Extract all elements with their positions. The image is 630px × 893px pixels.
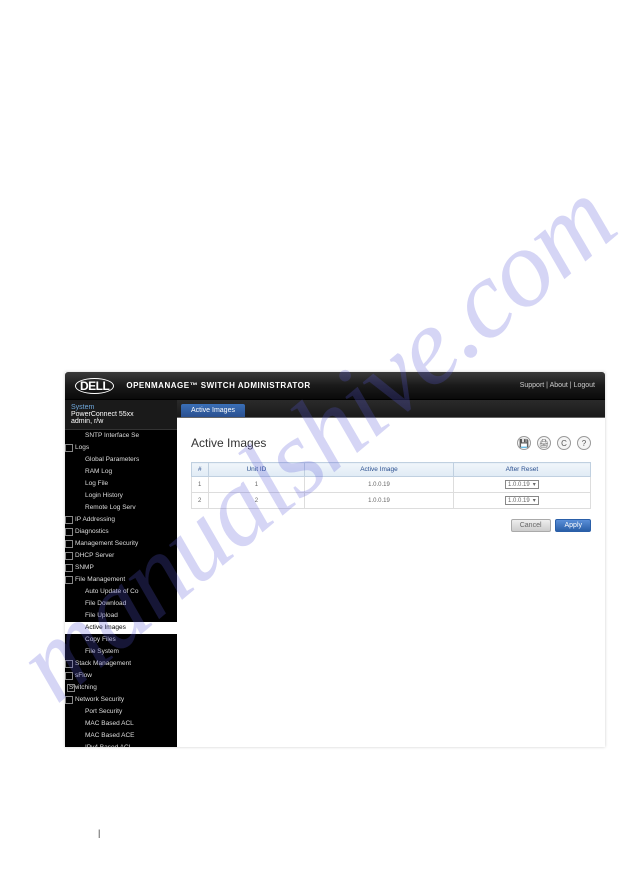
col-num: # xyxy=(192,463,209,477)
sidebar-item[interactable]: File Download xyxy=(65,598,177,610)
sidebar-item[interactable]: File Management xyxy=(65,574,177,586)
sidebar-nav: SNTP Interface SeLogsGlobal ParametersRA… xyxy=(65,430,177,747)
active-images-table: # Unit ID Active Image After Reset 111.0… xyxy=(191,462,591,509)
page-title: Active Images xyxy=(191,436,266,450)
cell-active-image: 1.0.0.19 xyxy=(305,477,454,493)
table-row: 221.0.0.191.0.0.19 xyxy=(192,493,591,509)
sidebar-item[interactable]: Switching xyxy=(65,682,177,694)
tab-active-images[interactable]: Active Images xyxy=(181,404,245,417)
sidebar-item[interactable]: Global Parameters xyxy=(65,454,177,466)
header-links: Support | About | Logout xyxy=(520,382,595,389)
refresh-icon[interactable]: C xyxy=(557,436,571,450)
dell-logo: DELL xyxy=(75,378,114,394)
apply-button[interactable]: Apply xyxy=(555,519,591,532)
print-icon[interactable]: 🖨 xyxy=(537,436,551,450)
sidebar-item[interactable]: Login History xyxy=(65,490,177,502)
sidebar-item[interactable]: Remote Log Serv xyxy=(65,502,177,514)
sidebar-item[interactable]: Port Security xyxy=(65,706,177,718)
model-label: PowerConnect 55xx xyxy=(71,411,171,418)
after-reset-select[interactable]: 1.0.0.19 xyxy=(505,480,539,489)
col-unit-id: Unit ID xyxy=(208,463,305,477)
sidebar-item[interactable]: IP Addressing xyxy=(65,514,177,526)
user-label: admin, r/w xyxy=(71,418,171,425)
sidebar-item[interactable]: SNTP Interface Se xyxy=(65,430,177,442)
app-window: DELL OPENMANAGE™ SWITCH ADMINISTRATOR Su… xyxy=(65,372,605,747)
sidebar-item[interactable]: sFlow xyxy=(65,670,177,682)
system-label: System xyxy=(71,404,171,411)
about-link[interactable]: About xyxy=(550,382,568,389)
cell-after-reset: 1.0.0.19 xyxy=(453,477,590,493)
sidebar-item[interactable]: IPv4 Based ACL xyxy=(65,742,177,747)
sidebar: System PowerConnect 55xx admin, r/w SNTP… xyxy=(65,400,177,747)
cell-num: 2 xyxy=(192,493,209,509)
cell-active-image: 1.0.0.19 xyxy=(305,493,454,509)
cell-num: 1 xyxy=(192,477,209,493)
sidebar-item[interactable]: Management Security xyxy=(65,538,177,550)
sidebar-item[interactable]: Log File xyxy=(65,478,177,490)
col-after-reset: After Reset xyxy=(453,463,590,477)
sidebar-item[interactable]: Logs xyxy=(65,442,177,454)
cell-after-reset: 1.0.0.19 xyxy=(453,493,590,509)
sidebar-item[interactable]: Active Images xyxy=(65,622,177,634)
save-icon[interactable]: 💾 xyxy=(517,436,531,450)
cell-unit-id: 2 xyxy=(208,493,305,509)
sidebar-item[interactable]: Diagnostics xyxy=(65,526,177,538)
sidebar-item[interactable]: Network Security xyxy=(65,694,177,706)
app-title: OPENMANAGE™ SWITCH ADMINISTRATOR xyxy=(126,381,310,390)
col-active-image: Active Image xyxy=(305,463,454,477)
sidebar-item[interactable]: File System xyxy=(65,646,177,658)
cell-unit-id: 1 xyxy=(208,477,305,493)
help-icon[interactable]: ? xyxy=(577,436,591,450)
cancel-button[interactable]: Cancel xyxy=(511,519,551,532)
table-row: 111.0.0.191.0.0.19 xyxy=(192,477,591,493)
sidebar-item[interactable]: File Upload xyxy=(65,610,177,622)
sidebar-item[interactable]: Auto Update of Co xyxy=(65,586,177,598)
sidebar-item[interactable]: SNMP xyxy=(65,562,177,574)
sidebar-item[interactable]: MAC Based ACL xyxy=(65,718,177,730)
sidebar-item[interactable]: DHCP Server xyxy=(65,550,177,562)
after-reset-select[interactable]: 1.0.0.19 xyxy=(505,496,539,505)
footer-mark xyxy=(98,828,100,838)
logout-link[interactable]: Logout xyxy=(574,382,595,389)
sidebar-item[interactable]: RAM Log xyxy=(65,466,177,478)
sidebar-item[interactable]: MAC Based ACE xyxy=(65,730,177,742)
sidebar-header: System PowerConnect 55xx admin, r/w xyxy=(65,400,177,430)
main-pane: Active Images Active Images 💾 🖨 C ? # xyxy=(177,400,605,747)
sidebar-item[interactable]: Copy Files xyxy=(65,634,177,646)
header-bar: DELL OPENMANAGE™ SWITCH ADMINISTRATOR Su… xyxy=(65,372,605,400)
sidebar-item[interactable]: Stack Management xyxy=(65,658,177,670)
support-link[interactable]: Support xyxy=(520,382,545,389)
tab-bar: Active Images xyxy=(177,400,605,418)
